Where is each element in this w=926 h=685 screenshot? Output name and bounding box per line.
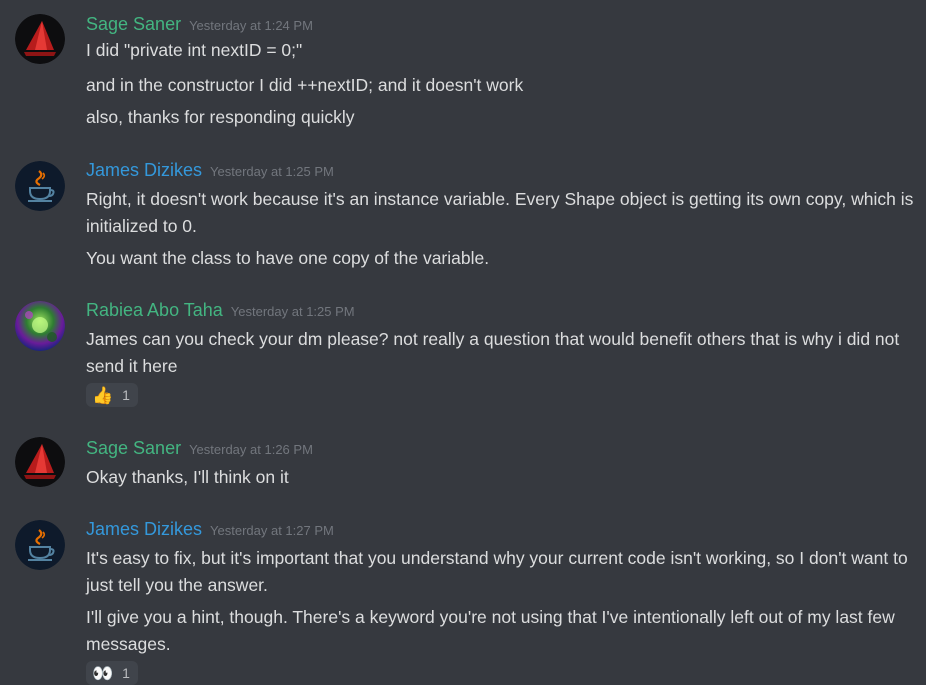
thumbs-up-icon: 👍 (92, 385, 114, 405)
timestamp: Yesterday at 1:24 PM (189, 18, 313, 33)
message-text: I did "private int nextID = 0;" (86, 40, 303, 60)
avatar[interactable] (15, 437, 65, 487)
avatar-sage-icon (15, 437, 65, 487)
reaction-thumbs-up[interactable]: 👍 1 (86, 383, 138, 407)
author-name[interactable]: James Dizikes (86, 160, 202, 180)
author-name[interactable]: Rabiea Abo Taha (86, 300, 223, 320)
avatar[interactable] (15, 161, 65, 211)
reaction-count: 1 (122, 387, 130, 403)
avatar[interactable] (15, 301, 65, 351)
author-name[interactable]: James Dizikes (86, 519, 202, 539)
message-text: also, thanks for responding quickly (86, 107, 355, 127)
avatar-rabiea-icon (15, 301, 65, 351)
message-text: James can you check your dm please? not … (86, 329, 900, 376)
eyes-icon: 👀 (92, 663, 114, 683)
message-text: and in the constructor I did ++nextID; a… (86, 75, 524, 95)
message-text: You want the class to have one copy of t… (86, 248, 490, 268)
java-logo-icon (15, 161, 65, 211)
timestamp: Yesterday at 1:25 PM (210, 164, 334, 179)
timestamp: Yesterday at 1:27 PM (210, 523, 334, 538)
author-name[interactable]: Sage Saner (86, 438, 181, 458)
reaction-eyes[interactable]: 👀 1 (86, 661, 138, 685)
timestamp: Yesterday at 1:26 PM (189, 442, 313, 457)
message-text: It's easy to fix, but it's important tha… (86, 548, 908, 595)
java-logo-icon (15, 520, 65, 570)
avatar[interactable] (15, 14, 65, 64)
timestamp: Yesterday at 1:25 PM (230, 304, 355, 319)
message-text: I'll give you a hint, though. There's a … (86, 607, 895, 654)
avatar[interactable] (15, 520, 65, 570)
message-text: Okay thanks, I'll think on it (86, 467, 289, 487)
author-name[interactable]: Sage Saner (86, 14, 181, 34)
reaction-count: 1 (122, 665, 130, 681)
message-text: Right, it doesn't work because it's an i… (86, 189, 914, 236)
avatar-sage-icon (15, 14, 65, 64)
